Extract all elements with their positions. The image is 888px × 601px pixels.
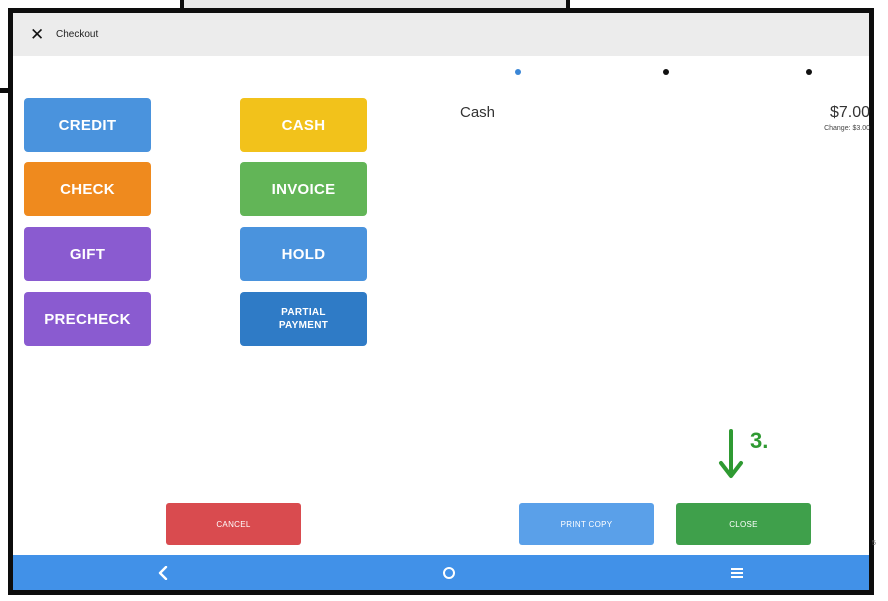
cancel-button[interactable]: CANCEL [166, 503, 301, 545]
print-copy-button[interactable]: PRINT COPY [519, 503, 654, 545]
menu-icon[interactable] [727, 563, 747, 583]
down-arrow-icon [719, 429, 743, 478]
close-button[interactable]: CLOSE [676, 503, 811, 545]
edge-text: 5 [872, 540, 876, 547]
close-icon[interactable]: ✕ [30, 26, 50, 43]
gift-button[interactable]: GIFT [24, 227, 151, 281]
precheck-button[interactable]: PRECHECK [24, 292, 151, 346]
selected-payment-method: Cash [460, 104, 496, 121]
check-button[interactable]: CHECK [24, 162, 151, 216]
payment-amount: $7.00 [829, 104, 870, 121]
change-due: Change: $3.00 [824, 125, 870, 132]
credit-button[interactable]: CREDIT [24, 98, 151, 152]
back-chevron-icon[interactable] [153, 563, 173, 583]
pager-dot-2[interactable] [663, 69, 669, 75]
pager-dot-1[interactable] [515, 69, 521, 75]
partial-payment-button[interactable]: PARTIAL PAYMENT [240, 292, 367, 346]
title-bar: ✕ Checkout [13, 13, 869, 56]
step-number: 3. [750, 428, 769, 453]
android-nav-bar [13, 555, 869, 590]
hold-button[interactable]: HOLD [240, 227, 367, 281]
home-circle-icon[interactable] [439, 563, 459, 583]
pager-dot-3[interactable] [806, 69, 812, 75]
cash-button[interactable]: CASH [240, 98, 367, 152]
invoice-button[interactable]: INVOICE [240, 162, 367, 216]
page-title: Checkout [56, 29, 99, 40]
